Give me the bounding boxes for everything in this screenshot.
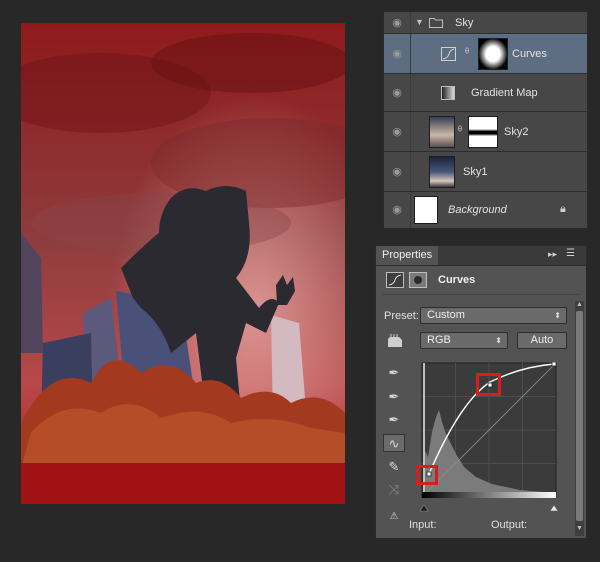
panel-menu-icon[interactable]: ☰ xyxy=(566,248,575,259)
eye-icon[interactable]: ◉ xyxy=(388,203,406,217)
channel-dropdown[interactable]: RGB ⬍ xyxy=(420,332,508,349)
divider xyxy=(410,152,411,191)
highlight-box-curve-point xyxy=(476,373,501,396)
scene-image xyxy=(21,23,345,504)
tab-properties[interactable]: Properties xyxy=(376,246,439,265)
layer-row-curves[interactable]: ◉ ᶿ Curves xyxy=(384,34,587,74)
dropdown-arrows-icon: ⬍ xyxy=(554,311,561,320)
layer-thumbnail[interactable] xyxy=(429,155,455,188)
scrollbar-thumb[interactable] xyxy=(576,311,583,521)
eyedropper-icon[interactable]: ✒ xyxy=(383,411,405,429)
preset-value: Custom xyxy=(427,309,465,321)
eye-icon[interactable]: ◉ xyxy=(388,86,406,100)
scroll-up-icon[interactable]: ▲ xyxy=(576,301,583,308)
layer-name: Sky2 xyxy=(504,125,529,138)
pencil-icon[interactable]: ✎ xyxy=(383,458,405,476)
divider xyxy=(410,12,411,33)
document-canvas[interactable] xyxy=(21,23,345,504)
eye-icon[interactable]: ◉ xyxy=(388,47,406,61)
layer-row-sky-group[interactable]: ◉ ▼ Sky xyxy=(384,12,587,34)
scrollbar-track[interactable]: ▲ ▼ xyxy=(575,301,584,536)
scroll-down-icon[interactable]: ▼ xyxy=(576,525,583,532)
divider xyxy=(410,74,411,111)
layer-mask-thumbnail[interactable] xyxy=(478,37,508,70)
layer-name: Sky1 xyxy=(463,165,488,178)
smooth-icon[interactable]: ⤨ xyxy=(383,481,405,499)
auto-button[interactable]: Auto xyxy=(517,332,567,349)
eyedropper-icon[interactable]: ✒ xyxy=(383,388,405,406)
eyedropper-icon[interactable]: ✒ xyxy=(383,364,405,382)
curves-adjust-icon xyxy=(441,47,456,61)
layer-row-gradient-map[interactable]: ◉ Gradient Map xyxy=(384,74,587,112)
properties-panel: Properties ▸▸ ☰ Curves Preset: Custom ⬍ … xyxy=(375,245,587,539)
on-image-adjust-icon[interactable] xyxy=(385,334,405,350)
gradient-map-icon xyxy=(441,86,455,100)
input-label: Input: xyxy=(409,519,437,531)
folder-icon xyxy=(429,18,443,28)
panel-tab-bar: Properties ▸▸ ☰ xyxy=(376,246,586,266)
layer-name: Background xyxy=(448,204,507,216)
mask-icon[interactable] xyxy=(409,272,427,288)
divider xyxy=(410,192,411,228)
layer-row-background[interactable]: ◉ Background 🔒︎ xyxy=(384,192,587,228)
eye-icon[interactable]: ◉ xyxy=(388,125,406,139)
layer-thumbnail[interactable] xyxy=(414,196,438,224)
divider xyxy=(382,294,579,295)
layer-name: Curves xyxy=(512,47,547,60)
divider xyxy=(410,34,411,73)
collapse-arrows-icon[interactable]: ▸▸ xyxy=(548,249,557,260)
chevron-down-icon[interactable]: ▼ xyxy=(415,17,424,27)
dropdown-arrows-icon: ⬍ xyxy=(495,336,502,345)
layers-panel: ◉ ▼ Sky ◉ ᶿ Curves ◉ Gradient Map ◉ ᶿ Sk… xyxy=(383,11,588,229)
divider xyxy=(410,112,411,151)
eye-icon[interactable]: ◉ xyxy=(388,16,406,30)
highlight-box-black-point xyxy=(416,465,438,485)
chain-link-icon[interactable]: ᶿ xyxy=(465,47,469,59)
layer-row-sky2[interactable]: ◉ ᶿ Sky2 xyxy=(384,112,587,152)
layer-thumbnail[interactable] xyxy=(429,115,455,148)
output-label: Output: xyxy=(491,519,528,531)
preset-label: Preset: xyxy=(384,310,419,322)
layer-name: Gradient Map xyxy=(471,86,538,99)
layer-row-sky1[interactable]: ◉ Sky1 xyxy=(384,152,587,192)
layer-mask-thumbnail[interactable] xyxy=(468,115,498,148)
eye-icon[interactable]: ◉ xyxy=(388,165,406,179)
preset-dropdown[interactable]: Custom ⬍ xyxy=(420,307,567,324)
chain-link-icon[interactable]: ᶿ xyxy=(458,125,462,137)
channel-value: RGB xyxy=(427,334,451,346)
curves-adjust-icon xyxy=(386,272,404,288)
curve-tool-icon[interactable]: ∿ xyxy=(383,434,405,452)
clipping-warning-icon[interactable]: ⚠ xyxy=(383,508,405,526)
lock-icon: 🔒︎ xyxy=(560,203,566,215)
panel-header-title: Curves xyxy=(438,274,476,286)
layer-name: Sky xyxy=(455,16,474,29)
